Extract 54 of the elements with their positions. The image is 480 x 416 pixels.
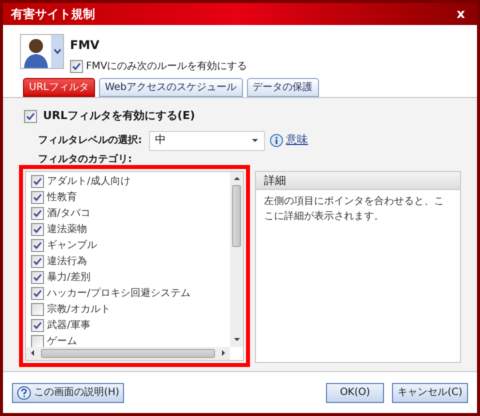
scroll-down-icon[interactable]: [232, 336, 240, 344]
category-label: 宗教/オカルト: [47, 302, 110, 317]
category-label: 武器/軍事: [47, 318, 90, 333]
horizontal-scrollbar[interactable]: [26, 346, 230, 360]
scroll-right-icon[interactable]: [219, 349, 227, 357]
info-icon: [270, 134, 283, 147]
category-label: 違法薬物: [47, 222, 87, 237]
user-name: FMV: [70, 37, 100, 54]
details-text: 左側の項目にポインタを合わせると、ここに詳細が表示されます。: [263, 194, 445, 224]
checkbox[interactable]: [31, 335, 44, 346]
checkbox-label: URLフィルタを有効にする(E): [43, 108, 195, 124]
field-label: フィルタレベルの選択:: [38, 134, 143, 148]
checkbox[interactable]: [70, 60, 83, 73]
checkbox[interactable]: [31, 191, 44, 204]
checkbox[interactable]: [31, 319, 44, 332]
close-button[interactable]: x: [452, 8, 469, 20]
checkbox[interactable]: [31, 303, 44, 316]
checkbox[interactable]: [31, 239, 44, 252]
ok-button[interactable]: OK(O): [326, 382, 384, 402]
category-label: 違法行為: [47, 254, 87, 269]
category-label: 暴力/差別: [47, 270, 90, 285]
help-button[interactable]: この画面の説明(H): [12, 382, 124, 402]
level-dropdown[interactable]: 中: [149, 130, 265, 150]
user-picker[interactable]: [20, 34, 64, 69]
checkbox[interactable]: [31, 271, 44, 284]
tab[interactable]: URLフィルタ: [23, 78, 95, 97]
checkbox[interactable]: [31, 223, 44, 236]
category-label: ゲーム: [47, 335, 77, 346]
category-label: ハッカー/プロキシ回避システム: [47, 286, 190, 301]
question-icon: [17, 386, 31, 400]
category-label: ギャンブル: [47, 238, 97, 253]
checkbox[interactable]: [31, 175, 44, 188]
caret-icon[interactable]: [251, 136, 259, 144]
scroll-up-icon[interactable]: [232, 174, 240, 182]
details-title: 詳細: [256, 172, 460, 190]
checkbox[interactable]: [24, 110, 37, 123]
tab[interactable]: データの保護: [246, 78, 319, 97]
section-label: フィルタのカテゴリ:: [37, 152, 133, 166]
window-title: 有害サイト規制: [11, 6, 95, 23]
checkbox[interactable]: [31, 287, 44, 300]
scroll-thumb[interactable]: [41, 348, 215, 358]
chevron-down-icon: [54, 49, 60, 54]
checkbox-label: FMVにのみ次のルールを有効にする: [86, 60, 248, 74]
category-label: アダルト/成人向け: [47, 174, 130, 189]
help-link[interactable]: 意味: [286, 132, 308, 149]
scroll-thumb[interactable]: [232, 184, 241, 246]
category-label: 性教育: [47, 190, 77, 205]
scroll-left-icon[interactable]: [29, 349, 37, 357]
tab[interactable]: Webアクセスのスケジュール: [98, 78, 243, 97]
checkbox[interactable]: [31, 207, 44, 220]
category-label: 酒/タバコ: [47, 206, 90, 221]
checkbox[interactable]: [31, 255, 44, 268]
cancel-button[interactable]: キャンセル(C): [392, 382, 468, 402]
vertical-scrollbar[interactable]: [230, 172, 243, 346]
